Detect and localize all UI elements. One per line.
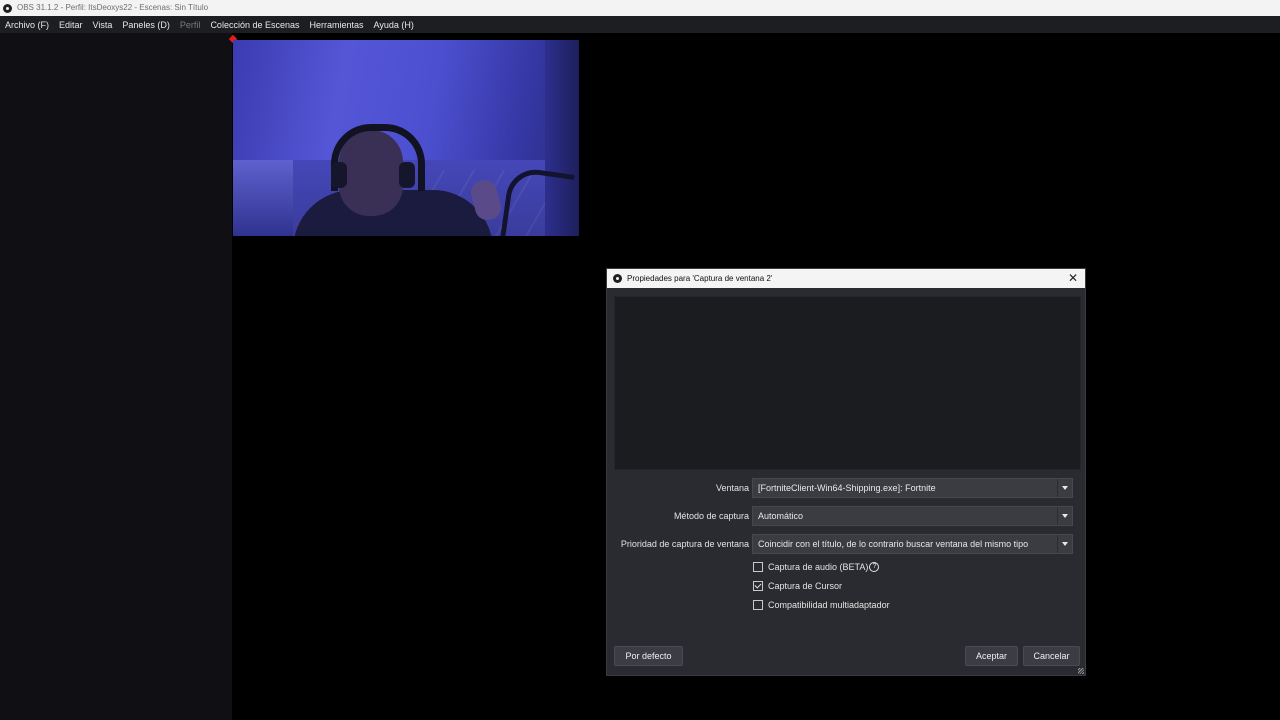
prioridad-captura-select[interactable]: Coincidir con el título, de lo contrario… [752, 534, 1073, 554]
obs-logo-icon [3, 3, 12, 13]
menu-editar[interactable]: Editar [54, 20, 88, 30]
ventana-select-value: [FortniteClient-Win64-Shipping.exe]: For… [758, 483, 936, 493]
menu-vista[interactable]: Vista [88, 20, 118, 30]
field-ventana: Ventana [FortniteClient-Win64-Shipping.e… [607, 478, 1087, 498]
menu-perfil[interactable]: Perfil [175, 20, 206, 30]
menu-paneles[interactable]: Paneles (D) [117, 20, 175, 30]
chevron-down-icon[interactable] [1057, 535, 1072, 553]
properties-dialog: Propiedades para 'Captura de ventana 2' … [606, 268, 1086, 676]
multiadaptador-option[interactable]: Compatibilidad multiadaptador [753, 598, 890, 612]
multiadaptador-checkbox[interactable] [753, 600, 763, 610]
window-titlebar: OBS 31.1.2 - Perfil: ItsDeoxys22 - Escen… [0, 0, 1280, 16]
ok-button[interactable]: Aceptar [965, 646, 1018, 666]
field-label-prioridad-captura: Prioridad de captura de ventana [620, 539, 749, 549]
resize-grip-icon[interactable] [1078, 668, 1084, 674]
field-label-metodo-captura: Método de captura [673, 511, 749, 521]
window-title: OBS 31.1.2 - Perfil: ItsDeoxys22 - Escen… [17, 3, 209, 12]
left-dock-panel [0, 33, 232, 720]
close-icon[interactable]: ✕ [1067, 272, 1079, 284]
source-preview-area [614, 296, 1081, 470]
dialog-titlebar: Propiedades para 'Captura de ventana 2' … [607, 269, 1085, 288]
multiadaptador-label: Compatibilidad multiadaptador [768, 600, 890, 610]
metodo-captura-select-value: Automático [758, 511, 804, 521]
field-label-ventana: Ventana [715, 483, 749, 493]
defaults-button[interactable]: Por defecto [614, 646, 683, 666]
help-icon[interactable]: ? [869, 562, 880, 572]
captura-audio-label: Captura de audio (BETA) [768, 562, 869, 572]
ventana-select[interactable]: [FortniteClient-Win64-Shipping.exe]: For… [752, 478, 1073, 498]
field-metodo-captura: Método de captura Automático [607, 506, 1087, 526]
menu-herramientas[interactable]: Herramientas [305, 20, 369, 30]
captura-cursor-label: Captura de Cursor [768, 581, 843, 591]
field-prioridad-captura: Prioridad de captura de ventana Coincidi… [607, 534, 1087, 554]
prioridad-captura-select-value: Coincidir con el título, de lo contrario… [758, 539, 1029, 549]
chevron-down-icon[interactable] [1057, 507, 1072, 525]
captura-audio-checkbox[interactable] [753, 562, 763, 572]
dialog-title: Propiedades para 'Captura de ventana 2' [627, 274, 773, 283]
webcam-headset-earcup-right [399, 162, 415, 188]
webcam-headset-earcup-left [331, 162, 347, 188]
webcam-source[interactable] [233, 40, 579, 236]
captura-cursor-checkbox[interactable] [753, 581, 763, 591]
menubar: Archivo (F) Editar Vista Paneles (D) Per… [0, 16, 1280, 33]
webcam-desk [233, 160, 293, 236]
menu-archivo[interactable]: Archivo (F) [0, 20, 54, 30]
metodo-captura-select[interactable]: Automático [752, 506, 1073, 526]
menu-ayuda[interactable]: Ayuda (H) [369, 20, 419, 30]
captura-audio-option[interactable]: Captura de audio (BETA) ? [753, 560, 880, 574]
obs-logo-icon [613, 274, 622, 283]
cancel-button[interactable]: Cancelar [1023, 646, 1080, 666]
menu-coleccion-de-escenas[interactable]: Colección de Escenas [205, 20, 304, 30]
chevron-down-icon[interactable] [1057, 479, 1072, 497]
captura-cursor-option[interactable]: Captura de Cursor [753, 579, 842, 593]
